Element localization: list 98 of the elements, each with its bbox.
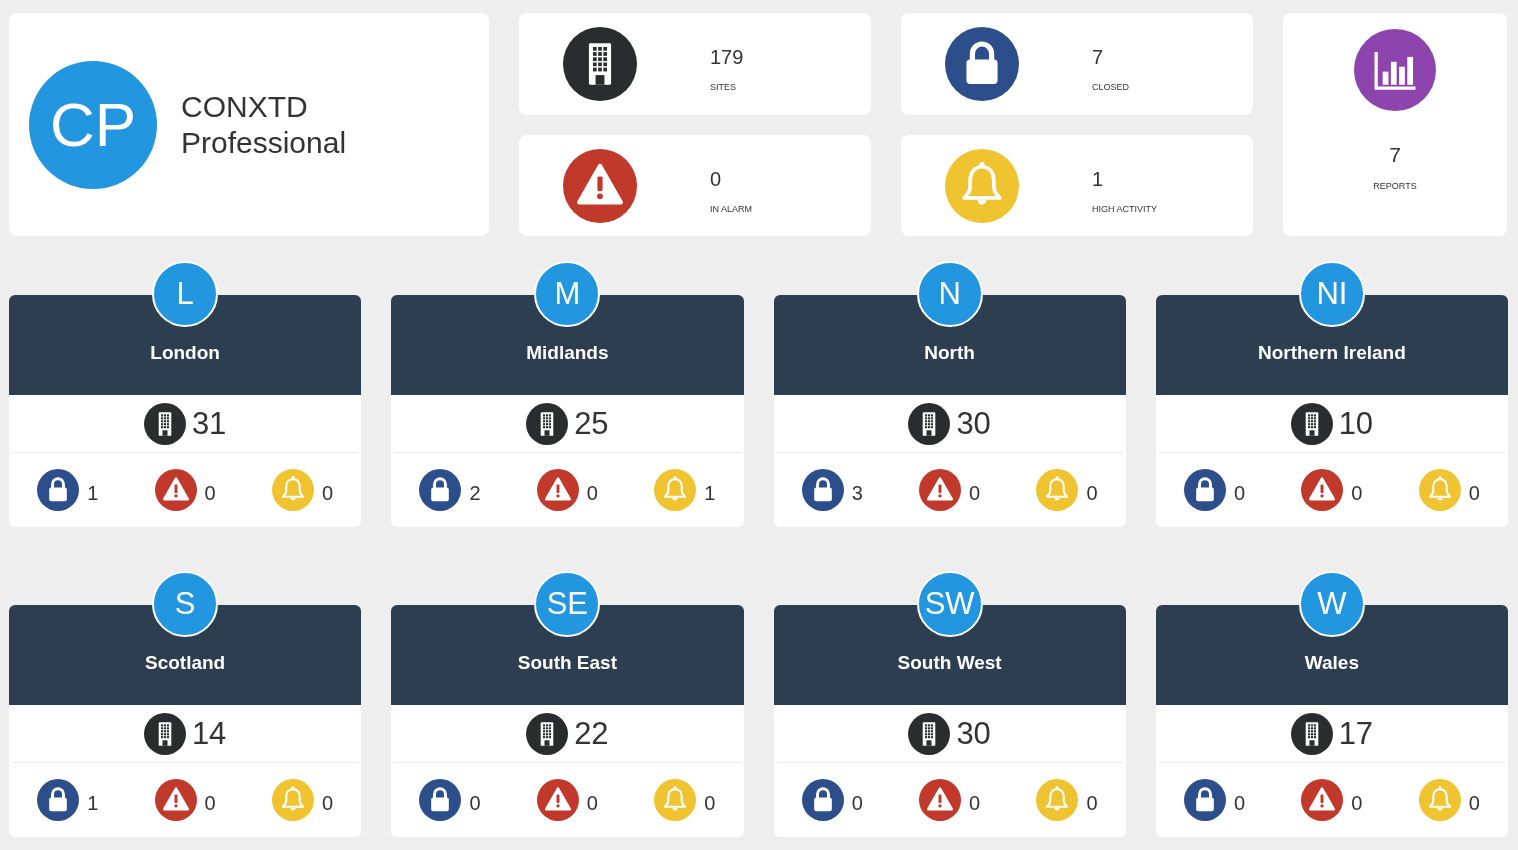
warning-icon — [154, 779, 197, 821]
site-count: 17 — [1338, 715, 1374, 752]
site-count: 10 — [1338, 405, 1374, 442]
status-count: 0 — [1086, 481, 1098, 505]
status-count: 0 — [1086, 791, 1098, 815]
stat-value: 7 — [1389, 142, 1401, 168]
status-count: 0 — [1233, 791, 1245, 815]
region-name: North — [924, 341, 975, 365]
status-count: 0 — [469, 791, 481, 815]
building-icon — [908, 712, 951, 755]
warning-icon — [1301, 469, 1344, 511]
region-name: Scotland — [145, 651, 226, 675]
bell-icon — [1036, 779, 1079, 821]
bell-icon — [1418, 779, 1461, 821]
lock-icon — [801, 469, 844, 511]
region-avatar: SW — [916, 571, 983, 637]
brand-title: CONXTD — [181, 88, 309, 125]
brand-avatar: CP — [29, 60, 157, 189]
region-name: Midlands — [526, 341, 609, 365]
building-icon — [1290, 712, 1333, 755]
building-icon — [526, 712, 569, 755]
stat-label: REPORTS — [1373, 180, 1417, 192]
warning-icon — [536, 469, 579, 511]
lock-icon — [419, 779, 462, 821]
site-count: 30 — [956, 715, 991, 752]
status-count: 0 — [1468, 791, 1480, 815]
status-count: 0 — [1351, 481, 1363, 505]
site-count: 14 — [191, 715, 227, 752]
warning-icon — [154, 469, 197, 511]
warning-icon — [1301, 779, 1344, 821]
region-avatar: SE — [534, 571, 601, 637]
bell-icon — [271, 469, 314, 511]
site-count: 25 — [574, 405, 609, 442]
stat-label: CLOSED — [1092, 81, 1129, 93]
region-avatar: L — [152, 261, 219, 327]
status-count: 1 — [87, 481, 99, 505]
status-count: 3 — [851, 481, 863, 505]
site-count: 31 — [191, 405, 227, 442]
stat-label: SITES — [710, 81, 736, 93]
lock-icon — [801, 779, 844, 821]
building-icon — [563, 27, 637, 101]
building-icon — [143, 712, 186, 755]
status-count: 0 — [704, 791, 716, 815]
lock-icon — [1183, 469, 1226, 511]
bell-icon — [1418, 469, 1461, 511]
status-count: 0 — [586, 481, 598, 505]
bell-icon — [271, 779, 314, 821]
building-icon — [143, 402, 186, 445]
region-avatar: W — [1298, 571, 1365, 637]
stat-label: IN ALARM — [710, 202, 752, 215]
lock-icon — [37, 779, 80, 821]
region-avatar: NI — [1298, 261, 1365, 327]
stat-label: HIGH ACTIVITY — [1092, 202, 1157, 215]
stat-value: 179 — [710, 45, 744, 69]
bell-icon — [1036, 469, 1079, 511]
stat-value: 7 — [1092, 45, 1104, 69]
region-avatar: S — [152, 571, 219, 637]
region-avatar: N — [916, 261, 983, 327]
region-avatar: M — [534, 261, 601, 327]
stat-value: 0 — [710, 166, 722, 191]
status-count: 2 — [469, 481, 481, 505]
building-icon — [908, 402, 951, 445]
bell-icon — [654, 469, 697, 511]
status-count: 0 — [1468, 481, 1480, 505]
site-count: 30 — [956, 405, 991, 442]
status-count: 0 — [969, 791, 981, 815]
lock-icon — [1183, 779, 1226, 821]
brand-subtitle: Professional — [181, 124, 347, 161]
building-icon — [1290, 402, 1333, 445]
bell-icon — [654, 779, 697, 821]
status-count: 1 — [704, 481, 716, 505]
lock-icon — [419, 469, 462, 511]
lock-icon — [37, 469, 80, 511]
status-count: 1 — [87, 791, 99, 815]
status-count: 0 — [1233, 481, 1245, 505]
region-name: London — [150, 341, 220, 365]
status-count: 0 — [321, 791, 334, 815]
region-name: South East — [517, 651, 617, 675]
lock-icon — [945, 27, 1019, 101]
status-count: 0 — [969, 481, 981, 505]
site-count: 22 — [574, 715, 609, 752]
bell-icon — [945, 148, 1019, 223]
status-count: 0 — [851, 791, 863, 815]
stat-value: 1 — [1092, 166, 1104, 191]
region-name: Wales — [1304, 651, 1359, 675]
region-name: Northern Ireland — [1257, 341, 1406, 365]
warning-icon — [563, 148, 637, 223]
bar-chart-icon — [1354, 29, 1436, 111]
warning-icon — [536, 779, 579, 821]
status-count: 0 — [1351, 791, 1363, 815]
region-name: South West — [897, 651, 1002, 675]
building-icon — [526, 402, 569, 445]
status-count: 0 — [204, 791, 216, 815]
status-count: 0 — [204, 481, 216, 505]
warning-icon — [919, 469, 962, 511]
status-count: 0 — [586, 791, 598, 815]
status-count: 0 — [321, 481, 334, 505]
warning-icon — [919, 779, 962, 821]
